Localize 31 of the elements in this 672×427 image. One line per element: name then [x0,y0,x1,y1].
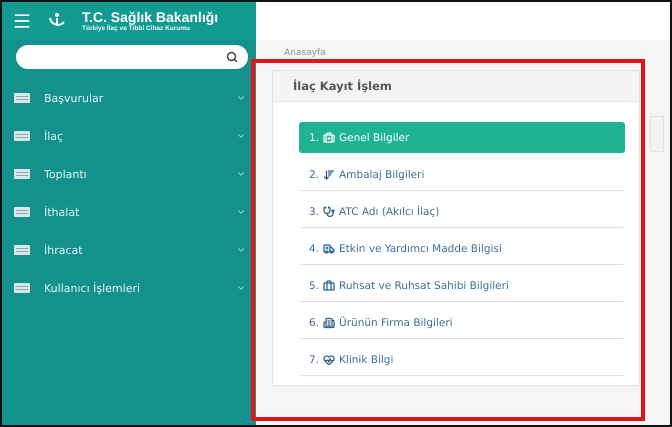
sidebar-item[interactable]: İthalat [2,193,256,231]
briefcase-icon [323,280,336,292]
sidebar-item[interactable]: Toplantı [2,155,256,193]
breadcrumb-link[interactable]: Anasayfa [256,40,326,58]
step-tab[interactable]: 1. Genel Bilgiler [299,122,625,153]
keyboard-icon [14,245,30,255]
sidebar-item[interactable]: Kullanıcı İşlemleri [2,269,256,307]
sidebar-item[interactable]: İlaç [2,117,256,155]
stethoscope-icon [323,206,336,218]
step-tab[interactable]: 7. Klinik Bilgi [299,344,625,375]
sort-icon [323,168,336,180]
step-tab[interactable]: 2. Ambalaj Bilgileri [299,159,625,190]
app-title: T.C. Sağlık Bakanlığı [82,10,218,24]
search-icon[interactable] [226,51,238,63]
sidebar-item[interactable]: İhracat [2,231,256,269]
building-icon [323,316,336,328]
keyboard-icon [14,93,30,103]
keyboard-icon [14,283,30,293]
search-field[interactable] [16,45,248,69]
sidebar-item[interactable]: Başvurular [2,79,256,117]
panel-title: İlaç Kayıt İşlem [273,71,639,102]
step-tab[interactable]: 6. Ürünün Firma Bilgileri [299,307,625,338]
keyboard-icon [14,169,30,179]
step-tab[interactable]: 5. Ruhsat ve Ruhsat Sahibi Bilgileri [299,270,625,301]
ambulance-icon [323,242,336,254]
heart-pulse-icon [323,354,336,366]
keyboard-icon [14,131,30,141]
step-tab[interactable]: 4. Etkin ve Yardımcı Madde Bilgisi [299,233,625,264]
medical-kit-icon [323,132,336,144]
step-tab[interactable]: 3. ATC Adı (Akılcı İlaç) [299,196,625,227]
keyboard-icon [14,207,30,217]
